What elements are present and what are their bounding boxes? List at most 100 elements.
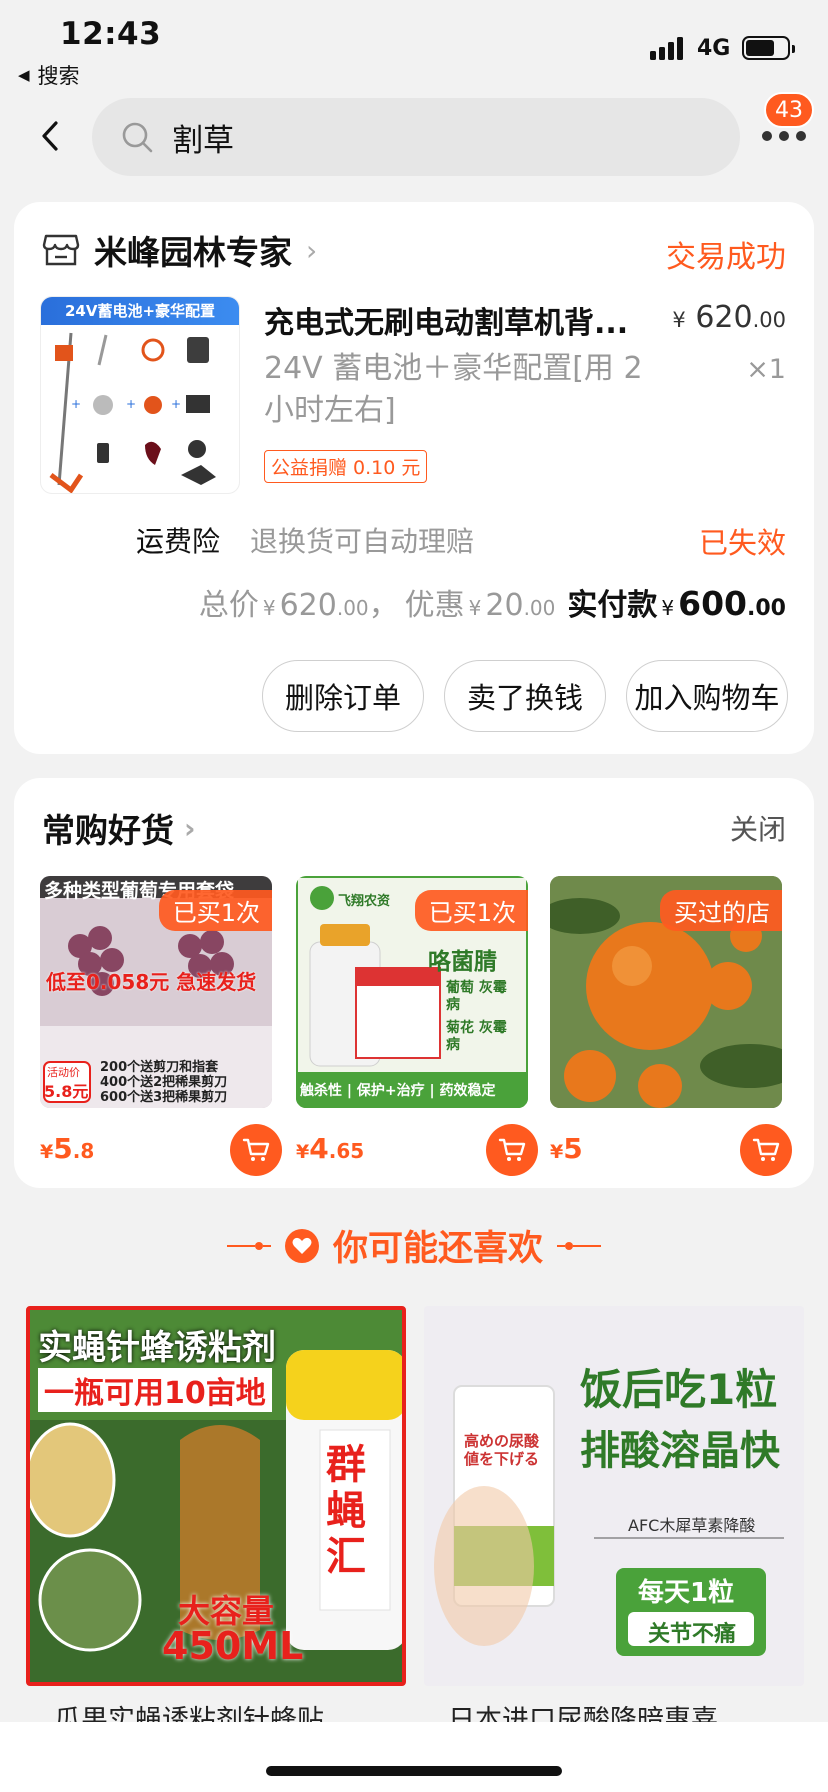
recommend-item-1-image[interactable]: 实蝇针蜂诱粘剂 一瓶可用10亩地 群蝇汇 大容量 450ML — [26, 1306, 406, 1686]
home-indicator[interactable] — [266, 1766, 562, 1776]
total-main: 620 — [279, 588, 337, 623]
frequent-item-3-cart-button[interactable] — [740, 1124, 792, 1176]
order-actions: 删除订单 卖了换钱 加入购物车 — [262, 660, 788, 732]
frequent-item-2-price-cents: .65 — [328, 1139, 365, 1163]
close-button[interactable]: 关闭 — [730, 808, 786, 848]
recommend-item-1-img-can: 群蝇汇 — [326, 1442, 366, 1580]
frequent-item-2-image[interactable]: 飞翔农资 咯菌腈 葡萄 灰霉病 菊花 灰霉病 触杀性 | 保护+治疗 | 药效稳… — [296, 876, 528, 1108]
donation-tag: 公益捐赠 0.10 元 — [264, 450, 428, 483]
svg-text:+: + — [126, 397, 136, 411]
order-totals: 总价 ¥ 620.00， 优惠 ¥ 20.00 实付款 ¥ 600.00 — [199, 580, 786, 624]
frequent-item-2-price: ¥4.65 — [296, 1132, 364, 1165]
you-may-like-title: 你可能还喜欢 — [332, 1229, 543, 1269]
product-image-banner: 24V蓄电池+豪华配置 — [41, 297, 239, 325]
search-input[interactable]: 割草 — [92, 98, 740, 176]
frequent-goods-title-link[interactable]: 常购好货 › — [42, 804, 196, 852]
discount-yen: ¥ — [468, 596, 482, 620]
store-link[interactable]: 米峰园林专家 › — [42, 222, 317, 278]
frequent-item-1-cart-button[interactable] — [230, 1124, 282, 1176]
search-query: 割草 — [172, 122, 234, 159]
back-triangle-icon: ◀ — [18, 66, 30, 84]
discount-main: 20 — [485, 588, 524, 623]
paid-yen: ¥ — [661, 596, 675, 620]
frequent-item-2-img-use-1: 葡萄 灰霉病 — [446, 980, 507, 1013]
store-icon — [42, 234, 80, 266]
total-label: 总价 — [198, 588, 259, 623]
discount-label: 优惠 — [404, 588, 465, 623]
delete-order-button[interactable]: 删除订单 — [262, 660, 424, 732]
recommend-item-2-img-sub: AFC木犀草素降酸 — [628, 1516, 756, 1535]
add-to-cart-button[interactable]: 加入购物车 — [626, 660, 788, 732]
product-quantity: ×1 — [746, 354, 786, 385]
paid-cents: .00 — [747, 596, 786, 621]
product-sku: 24V 蓄电池＋豪华配置[用 2 小时左右] — [264, 351, 643, 428]
cart-icon — [498, 1138, 526, 1161]
network-type: 4G — [697, 36, 731, 61]
shipping-insurance-label: 运费险 — [136, 525, 221, 558]
shipping-insurance-status: 已失效 — [698, 526, 786, 560]
recommend-item-2-image[interactable]: 高めの尿酸値を下げる 饭后吃1粒 排酸溶晶快 AFC木犀草素降酸 每天1粒 关节… — [424, 1306, 804, 1686]
shipping-insurance-desc: 退换货可自动理赔 — [250, 525, 475, 558]
back-button[interactable] — [32, 112, 68, 160]
frequent-item-1-img-line-2: 400个送2把稀果剪刀 — [100, 1075, 228, 1090]
frequent-item-3-price-symbol: ¥ — [550, 1141, 564, 1163]
back-to-app[interactable]: ◀ 搜索 — [18, 60, 80, 90]
back-app-label: 搜索 — [37, 64, 80, 88]
bottom-safe-area — [0, 1722, 828, 1792]
product-price: ¥ 620.00 — [672, 300, 786, 335]
recommend-item-1-img-line-2: 一瓶可用10亩地 — [38, 1368, 272, 1412]
frequent-item-1-img-promo-price: 5.8元 — [44, 1082, 89, 1101]
frequent-goods-title: 常购好货 — [42, 811, 174, 850]
you-may-like-header: 你可能还喜欢 — [0, 1220, 828, 1271]
frequent-item-2-price-main: 4 — [309, 1132, 329, 1165]
svg-text:+: + — [71, 397, 81, 411]
search-icon — [122, 122, 153, 153]
frequent-item-1-price: ¥5.8 — [40, 1132, 94, 1165]
cart-icon — [242, 1138, 270, 1161]
chevron-left-icon — [42, 121, 58, 151]
frequent-item-2-tag: 已买1次 — [414, 890, 528, 931]
product-title[interactable]: 充电式无刷电动割草机背... — [264, 298, 654, 342]
sell-button[interactable]: 卖了换钱 — [444, 660, 606, 732]
product-price-yen: ¥ — [672, 308, 686, 332]
frequent-item-1-img-sub: 低至0.058元 急速发货 — [46, 970, 257, 994]
frequent-item-2-img-footer: 触杀性 | 保护+治疗 | 药效稳定 — [300, 1083, 496, 1099]
trimmer-parts-graphic: + + + — [49, 332, 216, 493]
chevron-right-icon: › — [184, 811, 196, 845]
frequent-item-1-price-symbol: ¥ — [40, 1141, 54, 1163]
frequent-item-1-img-line-3: 600个送3把稀果剪刀 — [100, 1090, 228, 1105]
frequent-item-1-image[interactable]: 多种类型葡萄专用套袋 低至0.058元 急速发货 活动价 5.8元 200个送剪… — [40, 876, 272, 1108]
recommend-item-2-img-badge-1: 每天1粒 — [638, 1578, 735, 1608]
order-status: 交易成功 — [666, 240, 786, 275]
frequent-item-1-price-cents: .8 — [72, 1139, 95, 1163]
message-badge: 43 — [764, 92, 814, 128]
recommend-item-2-img-box: 高めの尿酸値を下げる — [464, 1432, 540, 1468]
cart-icon — [752, 1138, 780, 1161]
frequent-item-3-tag: 买过的店 — [660, 890, 782, 931]
svg-text:+: + — [171, 397, 181, 411]
frequent-item-2-img-brand: 飞翔农资 — [338, 894, 391, 909]
heart-icon — [284, 1228, 319, 1263]
recommend-item-2-img-badge-2: 关节不痛 — [648, 1622, 737, 1647]
cellular-signal-icon — [650, 36, 683, 60]
frequent-item-2-cart-button[interactable] — [486, 1124, 538, 1176]
frequent-item-1-tag: 已买1次 — [158, 890, 272, 931]
more-dots-icon — [762, 131, 806, 141]
frequent-item-1-img-lines: 200个送剪刀和指套 400个送2把稀果剪刀 600个送3把稀果剪刀 — [100, 1060, 227, 1105]
store-name: 米峰园林专家 — [94, 233, 292, 272]
left-decoration — [226, 1241, 271, 1250]
recommend-item-2-img-head-2: 排酸溶晶快 — [580, 1428, 780, 1474]
discount-cents: .00 — [523, 596, 556, 620]
frequent-item-3-price-main: 5 — [563, 1132, 583, 1165]
frequent-item-3-image[interactable]: 买过的店 — [550, 876, 782, 1108]
frequent-item-2-img-product: 咯菌腈 — [428, 949, 497, 975]
frequent-item-3-price: ¥5 — [550, 1132, 583, 1165]
frequent-item-2-img-use-2: 菊花 灰霉病 — [446, 1020, 507, 1053]
product-image[interactable]: 24V蓄电池+豪华配置 + + + — [40, 296, 240, 494]
frequent-item-1-price-main: 5 — [53, 1132, 73, 1165]
frequent-item-2-price-symbol: ¥ — [296, 1141, 310, 1163]
battery-icon — [742, 36, 795, 60]
recommend-item-1-img-volume-2: 450ML — [162, 1624, 304, 1668]
recommend-item-1-img-line-1: 实蝇针蜂诱粘剂 — [38, 1328, 276, 1368]
right-decoration — [557, 1241, 601, 1250]
